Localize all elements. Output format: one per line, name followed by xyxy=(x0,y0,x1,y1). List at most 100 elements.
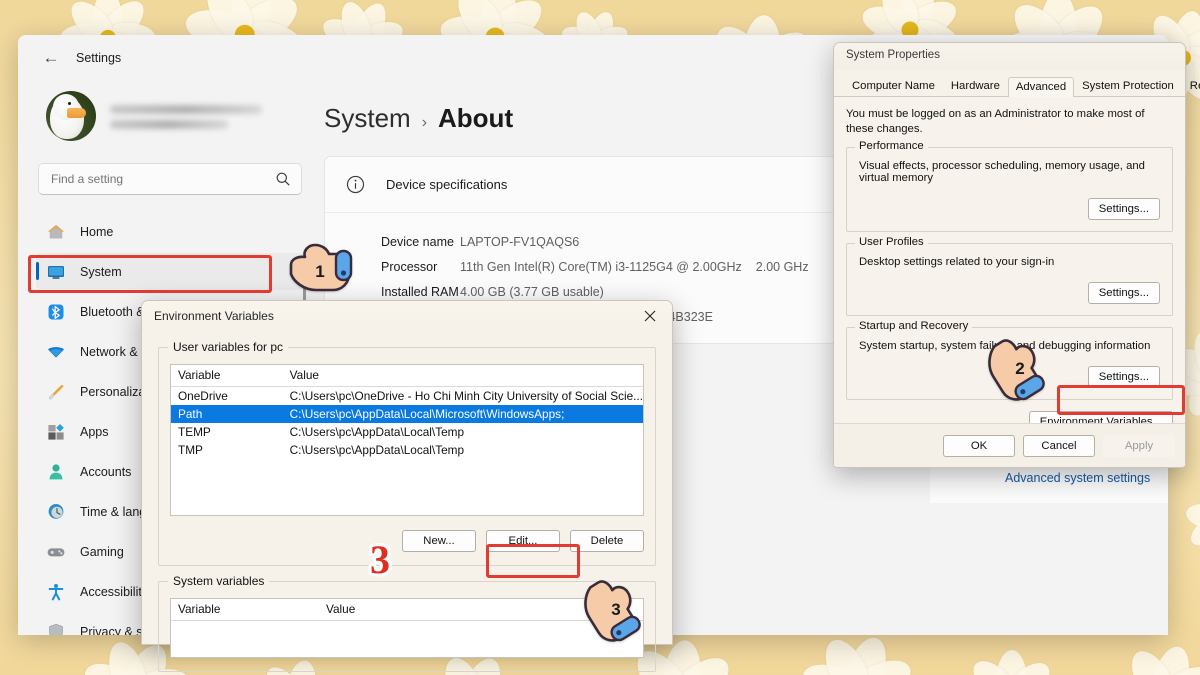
settings-button[interactable]: Settings... xyxy=(1088,282,1160,304)
system-properties-footer: OK Cancel Apply xyxy=(834,423,1185,467)
variable-value-cell: C:\Users\pc\OneDrive - Ho Chi Minh City … xyxy=(283,387,643,406)
settings-button[interactable]: Settings... xyxy=(1088,366,1160,388)
device-spec-value: 4.00 GB (3.77 GB usable) xyxy=(460,285,618,299)
sidebar-item-system[interactable]: System xyxy=(36,253,304,290)
wallpaper-flower xyxy=(1110,645,1200,675)
group-legend: User Profiles xyxy=(855,236,928,248)
user-variables-rows: OneDriveC:\Users\pc\OneDrive - Ho Chi Mi… xyxy=(171,387,643,460)
column-header[interactable]: Variable xyxy=(171,599,319,621)
device-spec-extra: 2.00 GHz xyxy=(756,260,809,274)
group-description: Desktop settings related to your sign-in xyxy=(859,256,1160,268)
sidebar-item-label: Time & lang xyxy=(80,505,146,519)
user-variables-header-row: VariableValue xyxy=(171,365,643,387)
sidebar-item-label: Apps xyxy=(80,425,109,439)
new-button[interactable]: New... xyxy=(402,530,476,552)
step-number-1: 1 xyxy=(315,262,324,281)
breadcrumb-separator: › xyxy=(422,114,427,132)
system-variables-table-wrap[interactable]: VariableValue xyxy=(170,598,644,658)
clock-icon xyxy=(46,502,66,522)
paintbrush-icon xyxy=(46,382,66,402)
tab-system-protection[interactable]: System Protection xyxy=(1074,76,1182,96)
column-header[interactable]: Variable xyxy=(171,365,283,387)
column-header[interactable]: Value xyxy=(283,365,643,387)
badge-number-3: 3 xyxy=(370,537,390,582)
group-legend: Performance xyxy=(855,140,928,152)
wallpaper-flower xyxy=(1185,480,1200,560)
system-variables-header-row: VariableValue xyxy=(171,599,643,621)
environment-variables-title: Environment Variables xyxy=(154,309,274,323)
variable-name-cell: OneDrive xyxy=(171,387,283,406)
system-properties-tabs: Computer NameHardwareAdvancedSystem Prot… xyxy=(834,69,1185,97)
variable-name-cell: TMP xyxy=(171,441,283,459)
wallpaper-flower xyxy=(800,635,915,675)
tab-hardware[interactable]: Hardware xyxy=(943,76,1008,96)
edit-button[interactable]: Edit... xyxy=(486,530,560,552)
table-row[interactable]: PathC:\Users\pc\AppData\Local\Microsoft\… xyxy=(171,405,643,423)
tab-advanced[interactable]: Advanced xyxy=(1008,77,1074,97)
variable-value-cell: C:\Users\pc\AppData\Local\Temp xyxy=(283,441,643,459)
variable-value-cell: C:\Users\pc\AppData\Local\Temp xyxy=(283,423,643,441)
tab-computer-name[interactable]: Computer Name xyxy=(844,76,943,96)
search-input[interactable] xyxy=(51,172,275,186)
apply-button: Apply xyxy=(1103,435,1175,457)
breadcrumb-parent[interactable]: System xyxy=(324,103,411,134)
device-spec-value: LAPTOP-FV1QAQS6 xyxy=(460,235,593,249)
settings-window-title: Settings xyxy=(76,51,121,65)
close-glyph xyxy=(644,310,656,322)
system-properties-dialog: System Properties Computer NameHardwareA… xyxy=(833,42,1186,468)
sidebar-item-label: Accounts xyxy=(80,465,131,479)
system-variables-legend: System variables xyxy=(168,574,269,588)
advanced-system-settings-link[interactable]: Advanced system settings xyxy=(1005,471,1150,485)
variable-name-cell: TEMP xyxy=(171,423,283,441)
table-row[interactable]: TMPC:\Users\pc\AppData\Local\Temp xyxy=(171,441,643,459)
table-row[interactable]: OneDriveC:\Users\pc\OneDrive - Ho Chi Mi… xyxy=(171,387,643,406)
close-icon[interactable] xyxy=(628,301,672,331)
user-variables-legend: User variables for pc xyxy=(168,340,288,354)
account-icon xyxy=(46,462,66,482)
monitor-icon xyxy=(46,262,66,282)
sidebar-item-label: Privacy & se xyxy=(80,625,149,636)
user-email-redacted xyxy=(110,120,228,129)
user-variables-table: VariableValue OneDriveC:\Users\pc\OneDri… xyxy=(171,365,643,459)
back-button[interactable]: ← xyxy=(40,48,62,68)
group-performance: PerformanceVisual effects, processor sch… xyxy=(846,147,1173,232)
sidebar-item-label: Bluetooth & xyxy=(80,305,145,319)
step-number-badge-3: 3 3 xyxy=(357,537,403,583)
apps-icon xyxy=(46,422,66,442)
ok-button[interactable]: OK xyxy=(943,435,1015,457)
user-name-redacted xyxy=(110,105,262,114)
user-profile[interactable] xyxy=(36,81,304,149)
user-variables-group: User variables for pc VariableValue OneD… xyxy=(158,347,656,566)
variable-name-cell: Path xyxy=(171,405,283,423)
home-icon xyxy=(46,222,66,242)
sidebar-item-home[interactable]: Home xyxy=(36,213,304,250)
tab-remote[interactable]: Remote xyxy=(1182,76,1200,96)
user-variables-buttons: New... Edit... Delete xyxy=(170,530,644,552)
page-title: About xyxy=(438,103,513,134)
sidebar-item-label: System xyxy=(80,265,122,279)
delete-button[interactable]: Delete xyxy=(570,530,644,552)
sidebar-item-label: Network & xyxy=(80,345,138,359)
search-icon xyxy=(275,171,291,187)
group-legend: Startup and Recovery xyxy=(855,320,972,332)
system-properties-titlebar: System Properties xyxy=(834,43,1185,69)
profile-text xyxy=(110,103,262,129)
cancel-button[interactable]: Cancel xyxy=(1023,435,1095,457)
device-spec-value: 11th Gen Intel(R) Core(TM) i3-1125G4 @ 2… xyxy=(460,260,809,274)
wallpaper-flower xyxy=(960,650,1060,675)
table-row[interactable]: TEMPC:\Users\pc\AppData\Local\Temp xyxy=(171,423,643,441)
environment-variables-titlebar: Environment Variables xyxy=(142,301,672,331)
bluetooth-icon xyxy=(46,302,66,322)
step-marker-hand-3: 3 xyxy=(578,573,650,643)
info-icon xyxy=(345,174,366,195)
administrator-note: You must be logged on as an Administrato… xyxy=(846,107,1173,138)
user-variables-table-wrap[interactable]: VariableValue OneDriveC:\Users\pc\OneDri… xyxy=(170,364,644,516)
group-user-profiles: User ProfilesDesktop settings related to… xyxy=(846,243,1173,316)
step-marker-hand-2: 2 xyxy=(982,332,1054,402)
sidebar-item-label: Gaming xyxy=(80,545,124,559)
search-box[interactable] xyxy=(38,163,302,195)
shield-icon xyxy=(46,622,66,636)
sidebar-item-label: Home xyxy=(80,225,113,239)
settings-button[interactable]: Settings... xyxy=(1088,198,1160,220)
step-number-3: 3 xyxy=(611,600,620,619)
